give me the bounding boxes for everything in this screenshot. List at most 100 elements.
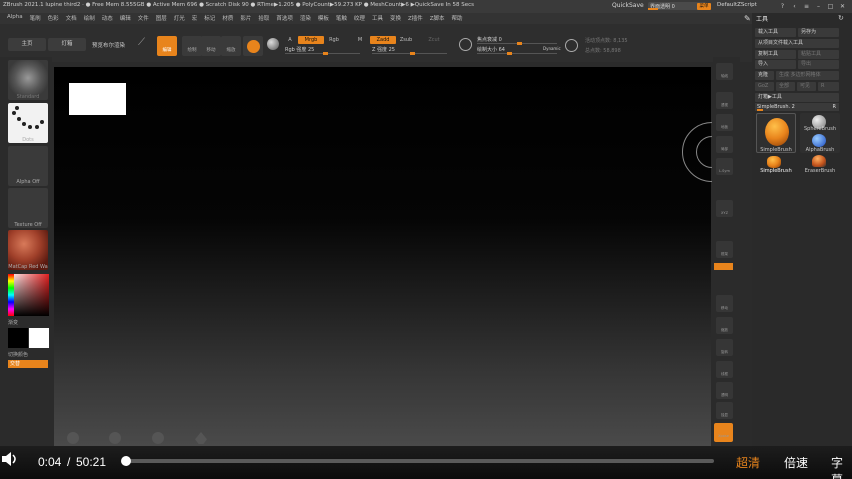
move-mode-icon[interactable]: 移动 <box>201 36 221 56</box>
make-polymesh-button[interactable]: 生成 多边形网格体 <box>776 71 839 80</box>
minimize-icon[interactable]: – <box>815 3 822 10</box>
menu-item[interactable]: 影片 <box>240 14 251 22</box>
draw-mode-icon[interactable]: 绘制 <box>182 36 202 56</box>
perspective-icon[interactable]: 透视 <box>716 92 733 109</box>
load-tool-button[interactable]: 载入工具 <box>755 28 796 37</box>
rgb-intensity-slider[interactable]: Rgb 强度 25 <box>285 46 360 55</box>
alternate-button[interactable]: 交替 <box>8 360 48 368</box>
switch-color-label[interactable]: 切换颜色 <box>8 351 28 358</box>
menu-item[interactable]: 动态 <box>102 14 113 22</box>
save-as-button[interactable]: 另存为 <box>798 28 839 37</box>
menu-item[interactable]: 标记 <box>204 14 215 22</box>
goz-button[interactable]: GoZ <box>755 82 774 91</box>
menu-item[interactable]: 色彩 <box>48 14 59 22</box>
menu-item[interactable]: 首选项 <box>276 14 293 22</box>
close-icon[interactable]: ✕ <box>839 3 846 10</box>
default-zscript-button[interactable]: DefaultZScript <box>717 2 757 8</box>
clone-button[interactable]: 克隆 <box>755 71 774 80</box>
speed-button[interactable]: 倍速 <box>784 454 808 471</box>
local-icon[interactable]: 局部 <box>716 136 733 153</box>
xyz-icon[interactable]: XYZ <box>716 200 733 217</box>
eraserbrush-icon[interactable] <box>812 155 826 167</box>
menu-toggle-button[interactable]: 菜单 <box>697 3 711 10</box>
preview-render-button[interactable]: 预览布尔渲染 <box>92 41 125 49</box>
zadd-toggle[interactable]: Zadd <box>370 36 396 44</box>
transparent-icon[interactable]: 透明 <box>716 382 733 399</box>
menu-item[interactable]: 宏 <box>192 14 198 22</box>
floor-icon[interactable]: 地板 <box>716 114 733 131</box>
menu-item[interactable]: 帮助 <box>452 14 463 22</box>
menu-item[interactable]: Alpha <box>7 14 23 22</box>
bottom-brush-icon[interactable] <box>152 432 164 444</box>
menu-item[interactable]: 材质 <box>222 14 233 22</box>
menu-item[interactable]: 拾取 <box>258 14 269 22</box>
menu-item[interactable]: Z脚本 <box>430 14 445 22</box>
main-color-swatch[interactable] <box>29 328 49 348</box>
refresh-icon[interactable]: ↻ <box>838 14 844 22</box>
hue-strip[interactable] <box>8 274 14 316</box>
menu-item[interactable]: 变换 <box>390 14 401 22</box>
layout-icon[interactable]: ≡ <box>803 3 810 10</box>
a-toggle[interactable]: A <box>285 36 295 44</box>
zcut-toggle[interactable]: Zcut <box>427 36 441 44</box>
alphabrush-icon[interactable] <box>812 134 826 147</box>
menu-item[interactable]: 模板 <box>318 14 329 22</box>
material-ball-icon[interactable] <box>245 38 262 55</box>
menu-item[interactable]: 工具 <box>372 14 383 22</box>
simplebrush-small-icon[interactable] <box>767 156 781 168</box>
lightbox-button[interactable]: 灯箱 <box>48 38 86 51</box>
progress-knob[interactable] <box>121 456 131 466</box>
lsym-icon[interactable]: L.Sym <box>716 158 733 175</box>
draw-size-icon[interactable] <box>565 39 578 52</box>
menu-item[interactable]: 图层 <box>156 14 167 22</box>
mrgb-toggle[interactable]: Mrgb <box>298 36 324 44</box>
home-button[interactable]: 主页 <box>8 38 46 51</box>
right-shelf-active-bar[interactable] <box>714 263 733 270</box>
menu-item[interactable]: 灯光 <box>174 14 185 22</box>
progress-track[interactable] <box>124 459 714 463</box>
xpose-icon[interactable]: Xpose <box>714 423 733 442</box>
subtitles-button[interactable]: 字幕 <box>831 454 852 479</box>
paste-tool-button[interactable]: 粘贴工具 <box>798 50 839 59</box>
bottom-brush-icon[interactable] <box>109 432 121 444</box>
quicksave-button[interactable]: QuickSave <box>612 2 644 9</box>
menu-item[interactable]: 编辑 <box>120 14 131 22</box>
menu-item[interactable]: 笔刷 <box>30 14 41 22</box>
bottom-brush-icon[interactable] <box>67 432 79 444</box>
frame-icon[interactable]: 框架 <box>716 241 733 258</box>
menu-item[interactable]: 文件 <box>138 14 149 22</box>
menu-item[interactable]: Z插件 <box>408 14 423 22</box>
axis-icon[interactable]: 轴线 <box>716 63 733 80</box>
color-picker[interactable] <box>8 274 49 316</box>
dynamic-toggle[interactable]: Dynamic <box>543 46 561 51</box>
copy-tool-button[interactable]: 复制工具 <box>755 50 796 59</box>
polyframe-icon[interactable]: 线框 <box>716 361 733 378</box>
m-toggle[interactable]: M <box>356 36 364 44</box>
scale-mode-icon[interactable]: 缩放 <box>221 36 241 56</box>
rotate-icon[interactable]: 旋转 <box>716 339 733 356</box>
menu-item[interactable]: 纹理 <box>354 14 365 22</box>
menu-item[interactable]: 笔触 <box>336 14 347 22</box>
quality-button[interactable]: 超清 <box>736 454 760 471</box>
load-from-project-button[interactable]: 从项目文件载入工具 <box>755 39 839 48</box>
maximize-icon[interactable]: □ <box>827 3 834 10</box>
goz-r-button[interactable]: R <box>818 82 839 91</box>
menu-item[interactable]: 绘制 <box>84 14 95 22</box>
focal-shift-slider[interactable]: 焦点衰减 0 <box>477 36 557 45</box>
import-button[interactable]: 导入 <box>755 60 796 69</box>
export-button[interactable]: 导出 <box>798 60 839 69</box>
rgb-sphere-icon[interactable] <box>267 38 279 50</box>
scale-icon[interactable]: 缩放 <box>716 317 733 334</box>
lightbox-tools-button[interactable]: 灯箱▶工具 <box>755 93 839 102</box>
zsub-toggle[interactable]: Zsub <box>399 36 413 44</box>
menu-item[interactable]: 文档 <box>66 14 77 22</box>
sculptris-icon[interactable]: ⟋ <box>138 37 152 53</box>
goz-visible-button[interactable]: 可见 <box>797 82 816 91</box>
rgb-toggle[interactable]: Rgb <box>328 36 340 44</box>
current-tool-slider[interactable]: SimpleBrush. 2 R <box>755 103 839 111</box>
document-canvas[interactable] <box>54 67 711 446</box>
edit-mode-icon[interactable]: 编辑 <box>157 36 177 56</box>
menu-item[interactable]: 渲染 <box>300 14 311 22</box>
focal-shift-icon[interactable] <box>459 38 472 51</box>
help-icon[interactable]: ? <box>779 3 786 10</box>
